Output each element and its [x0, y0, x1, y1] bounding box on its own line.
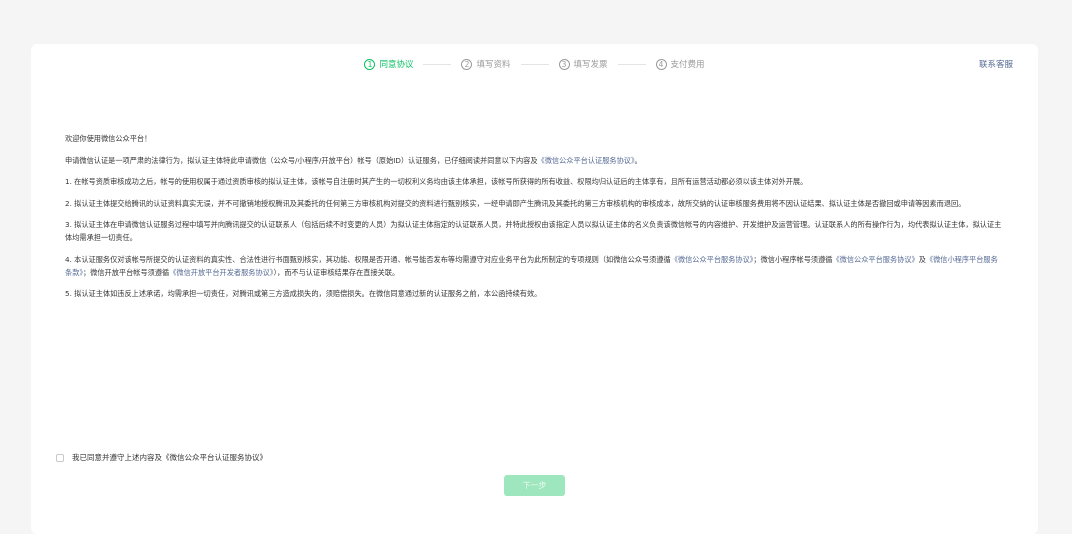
clause-3: 3. 拟认证主体在申请微信认证服务过程中填写并向腾讯提交的认证联系人（包括后续不…: [65, 220, 1002, 242]
clause-4-text: ；微信小程序帐号须遵循: [753, 254, 833, 264]
intro-text: 申请微信认证是一项严肃的法律行为，拟认证主体特此申请微信（公众号/小程序/开放平…: [65, 155, 538, 165]
step-3-number: 3: [558, 58, 570, 70]
next-step-button[interactable]: 下一步: [504, 475, 565, 496]
open-platform-agreement-link[interactable]: 《微信开放平台开发者服务协议》: [169, 268, 273, 277]
intro-end: 。: [634, 155, 642, 165]
agree-checkbox[interactable]: [56, 453, 64, 462]
clause-4-text: ；微信开放平台帐号须遵循: [82, 267, 170, 277]
step-divider: [423, 63, 452, 65]
clause-4-text: 及: [918, 254, 926, 264]
step-3: 3 填写发票: [558, 58, 608, 70]
certification-agreement-link[interactable]: 《微信公众平台认证服务协议》: [538, 156, 635, 165]
agreement-content: 欢迎你使用微信公众平台！ 申请微信认证是一项严肃的法律行为，拟认证主体特此申请微…: [65, 132, 1004, 309]
step-1: 1 同意协议: [364, 58, 413, 70]
clause-2: 2. 拟认证主体提交给腾讯的认证资料真实无误，并不可撤销地授权腾讯及其委托的任何…: [65, 198, 966, 208]
step-indicator: 1 同意协议 2 填写资料 3 填写发票 4 支付费用: [31, 58, 1038, 70]
step-2-label: 填写资料: [476, 60, 511, 70]
intro-paragraph: 申请微信认证是一项严肃的法律行为，拟认证主体特此申请微信（公众号/小程序/开放平…: [65, 154, 1004, 167]
step-4-label: 支付费用: [670, 60, 705, 70]
contact-support-link[interactable]: 联系客服: [979, 58, 1013, 70]
platform-agreement-link[interactable]: 《微信公众平台服务协议》: [832, 255, 918, 264]
step-divider: [520, 63, 549, 65]
step-1-label: 同意协议: [379, 60, 414, 70]
agree-label[interactable]: 我已同意并遵守上述内容及: [72, 452, 162, 463]
agree-agreement-link[interactable]: 《微信公众平台认证服务协议》: [162, 452, 267, 463]
clause-5: 5. 拟认证主体如违反上述承诺，均需承担一切责任，对腾讯或第三方造成损失的，须赔…: [65, 289, 542, 298]
step-2-number: 2: [461, 58, 473, 70]
step-divider: [617, 63, 646, 65]
clause-4: 4. 本认证服务仅对该帐号所提交的认证资料的真实性、合法性进行书面甄别核实，其功…: [65, 253, 1004, 279]
agree-row: 我已同意并遵守上述内容及 《微信公众平台认证服务协议》: [56, 452, 267, 463]
official-account-agreement-link[interactable]: 《微信公众平台服务协议》: [671, 255, 754, 264]
clause-1: 1. 在帐号资质审核成功之后，帐号的使用权属于通过资质审核的拟认证主体，该帐号自…: [65, 177, 808, 186]
main-card: 1 同意协议 2 填写资料 3 填写发票 4 支付费用 联系客服 欢迎你使用微信…: [31, 44, 1038, 534]
clause-4-text: ），而不与认证审核结果存在直接关联。: [273, 267, 400, 277]
step-3-label: 填写发票: [573, 60, 608, 70]
step-4: 4 支付费用: [655, 58, 705, 70]
step-2: 2 填写资料: [461, 58, 511, 70]
clause-4-text: 4. 本认证服务仅对该帐号所提交的认证资料的真实性、合法性进行书面甄别核实，其功…: [65, 254, 671, 264]
greeting-text: 欢迎你使用微信公众平台！: [65, 134, 152, 143]
step-1-number: 1: [364, 58, 376, 70]
step-4-number: 4: [655, 58, 667, 70]
